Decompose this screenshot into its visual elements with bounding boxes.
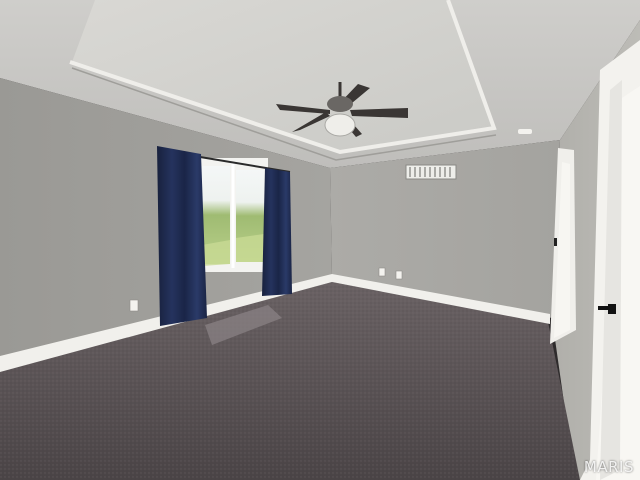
curtain-right	[262, 168, 292, 296]
air-vent	[405, 164, 457, 180]
outlet-left	[129, 299, 139, 312]
bedroom-photo: MARIS	[0, 0, 640, 480]
outlet-back-2	[395, 270, 403, 280]
curtain-left	[157, 146, 207, 326]
closet-door-hinge	[554, 238, 557, 246]
outlet-back-1	[378, 267, 386, 277]
smoke-detector	[518, 129, 532, 134]
maris-watermark: MARIS	[583, 458, 634, 476]
room-illustration	[0, 0, 640, 480]
